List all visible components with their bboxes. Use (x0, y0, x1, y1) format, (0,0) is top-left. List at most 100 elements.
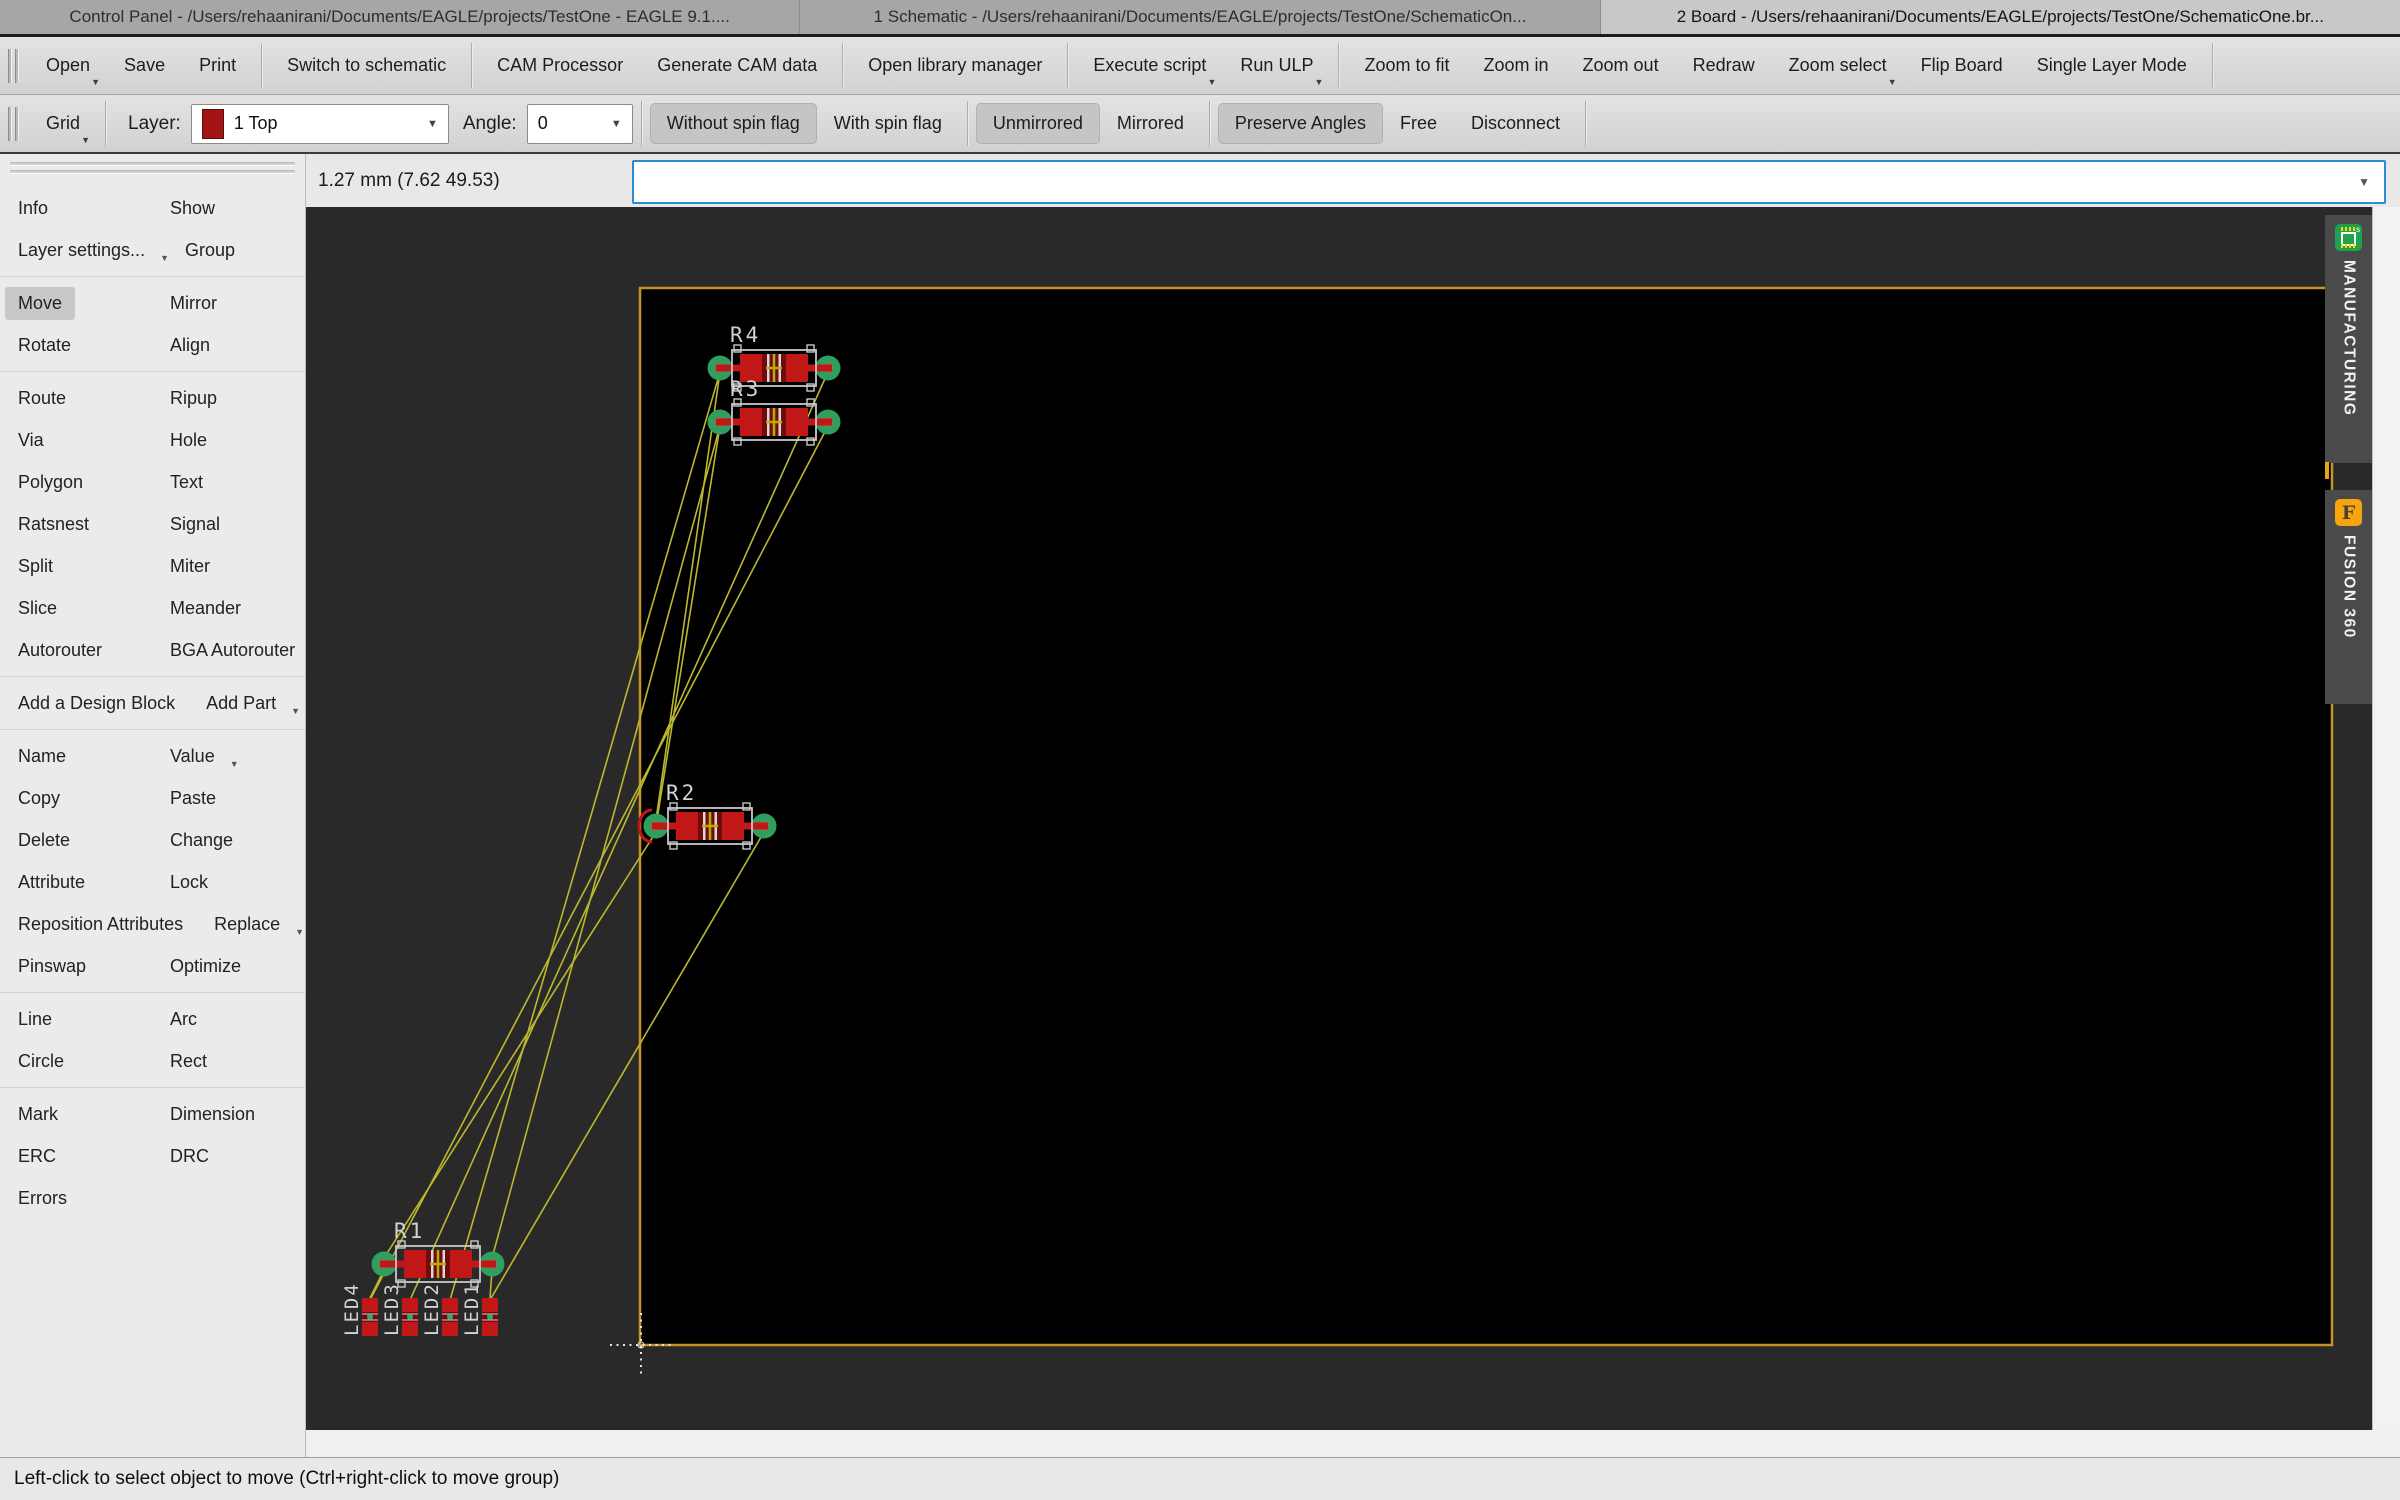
menu-item-attribute[interactable]: Attribute (5, 866, 98, 899)
chevron-down-icon: ▼ (426, 117, 438, 130)
open-library-manager-button[interactable]: Open library manager (851, 45, 1059, 86)
menu-item-circle[interactable]: Circle (5, 1045, 77, 1078)
menu-item-align[interactable]: Align (157, 329, 223, 362)
menu-item-show[interactable]: Show (157, 192, 228, 225)
window-tab-3[interactable]: 2 Board - /Users/rehaanirani/Documents/E… (1600, 0, 2400, 34)
menu-item-optimize[interactable]: Optimize (157, 950, 254, 983)
menu-row: Mark Dimension (0, 1093, 305, 1135)
manufacturing-tab[interactable]: s MANUFACTURING (2325, 215, 2372, 463)
board-canvas[interactable]: R4 R3 R2 R1 LED4 LED3 LED2 LED1 (306, 207, 2372, 1430)
menu-item-name[interactable]: Name (5, 740, 79, 773)
fusion-360-tab[interactable]: F FUSION 360 (2325, 490, 2372, 704)
menu-item-lock[interactable]: Lock (157, 866, 221, 899)
menu-item-dimension[interactable]: Dimension (157, 1098, 268, 1131)
menu-item-line[interactable]: Line (5, 1003, 65, 1036)
execute-script-button[interactable]: Execute script ▼ (1076, 45, 1223, 87)
with-spin-flag-button[interactable]: With spin flag (817, 103, 959, 144)
menu-item-group[interactable]: Group (172, 234, 248, 267)
save-button[interactable]: Save (107, 45, 182, 86)
menu-item-hole[interactable]: Hole (157, 424, 220, 457)
print-button[interactable]: Print (182, 45, 253, 86)
menu-item-paste[interactable]: Paste (157, 782, 229, 815)
menu-item-delete[interactable]: Delete (5, 824, 83, 857)
menu-item-meander[interactable]: Meander (157, 592, 254, 625)
unmirrored-button[interactable]: Unmirrored (975, 103, 1100, 144)
status-bar: Left-click to select object to move (Ctr… (0, 1457, 2400, 1500)
menu-item-route[interactable]: Route (5, 382, 79, 415)
menu-item-move[interactable]: Move (5, 286, 76, 320)
menu-row: Errors (0, 1177, 305, 1219)
sidebar-menu: Info Show Layer settings... ▼ Group Move Mirro… (0, 180, 305, 1224)
cam-processor-button[interactable]: CAM Processor (480, 45, 640, 86)
toolbar-separator (1338, 43, 1340, 88)
menu-item-add-a-design-block[interactable]: Add a Design Block (5, 687, 188, 720)
redraw-button[interactable]: Redraw (1676, 45, 1772, 86)
menu-group: Mark Dimension ERC DRC Errors (0, 1088, 305, 1224)
window-tab-1[interactable]: Control Panel - /Users/rehaanirani/Docum… (0, 0, 801, 34)
menu-cell: Rect (152, 1051, 220, 1072)
menu-cell: Text (152, 472, 216, 493)
menu-item-polygon[interactable]: Polygon (5, 466, 96, 499)
layer-select[interactable]: 1 Top ▼ (190, 103, 449, 144)
menu-row: Move Mirror (0, 282, 305, 324)
command-sidebar: Info Show Layer settings... ▼ Group Move Mirro… (0, 154, 306, 1457)
zoom-out-label: Zoom out (1582, 55, 1659, 75)
menu-item-bga-autorouter[interactable]: BGA Autorouter (157, 634, 308, 667)
menu-item-erc[interactable]: ERC (5, 1140, 69, 1173)
zoom-out-button[interactable]: Zoom out (1566, 45, 1676, 86)
command-input[interactable] (634, 162, 2345, 202)
free-button[interactable]: Free (1383, 103, 1454, 144)
menu-item-miter[interactable]: Miter (157, 550, 223, 583)
menu-item-via[interactable]: Via (5, 424, 57, 457)
mirrored-button[interactable]: Mirrored (1100, 103, 1201, 144)
board-outline[interactable] (638, 286, 2334, 1347)
menu-cell: Show (152, 198, 228, 219)
menu-item-add-part[interactable]: Add Part (193, 687, 289, 720)
menu-item-autorouter[interactable]: Autorouter (5, 634, 115, 667)
grid-button[interactable]: Grid ▼ (29, 103, 97, 145)
menu-item-split[interactable]: Split (5, 550, 66, 583)
open-button[interactable]: Open ▼ (29, 45, 107, 87)
preserve-angles-button[interactable]: Preserve Angles (1217, 103, 1383, 144)
menu-item-signal[interactable]: Signal (157, 508, 233, 541)
command-history-dropdown-icon[interactable]: ▼ (2344, 175, 2384, 189)
menu-item-value[interactable]: Value (157, 740, 228, 773)
menu-item-copy[interactable]: Copy (5, 782, 73, 815)
switch-to-schematic-button[interactable]: Switch to schematic (270, 45, 463, 86)
zoom-in-button[interactable]: Zoom in (1467, 45, 1566, 86)
menu-item-mirror[interactable]: Mirror (157, 287, 230, 320)
sidebar-grip-handle[interactable] (10, 162, 295, 174)
free-label: Free (1399, 113, 1437, 133)
run-ulp-button[interactable]: Run ULP ▼ (1223, 45, 1330, 87)
menu-item-ratsnest[interactable]: Ratsnest (5, 508, 102, 541)
board-canvas-area[interactable]: R4 R3 R2 R1 LED4 LED3 LED2 LED1 (306, 207, 2372, 1430)
menu-item-text[interactable]: Text (157, 466, 216, 499)
window-tab-2[interactable]: 1 Schematic - /Users/rehaanirani/Documen… (800, 0, 1601, 34)
menu-item-mark[interactable]: Mark (5, 1098, 71, 1131)
menu-item-drc[interactable]: DRC (157, 1140, 222, 1173)
menu-item-layer-settings[interactable]: Layer settings... (5, 234, 158, 267)
menu-item-rect[interactable]: Rect (157, 1045, 220, 1078)
menu-item-rotate[interactable]: Rotate (5, 329, 84, 362)
menu-item-slice[interactable]: Slice (5, 592, 70, 625)
menu-item-errors[interactable]: Errors (5, 1182, 80, 1215)
menu-item-arc[interactable]: Arc (157, 1003, 210, 1036)
menu-item-replace[interactable]: Replace (201, 908, 293, 941)
layer-color-swatch (201, 108, 224, 139)
angle-select[interactable]: 0 ▼ (526, 103, 633, 144)
menu-item-pinswap[interactable]: Pinswap (5, 950, 99, 983)
single-layer-mode-button[interactable]: Single Layer Mode (2020, 45, 2204, 86)
without-spin-flag-button[interactable]: Without spin flag (649, 103, 817, 144)
menu-item-change[interactable]: Change (157, 824, 246, 857)
open-library-manager-label: Open library manager (868, 55, 1043, 75)
menu-group: Name Value ▼ Copy Paste Delete Change Attribute… (0, 730, 305, 993)
menu-cell: Optimize (152, 956, 254, 977)
disconnect-button[interactable]: Disconnect (1454, 103, 1577, 144)
zoom-select-button[interactable]: Zoom select ▼ (1772, 45, 1904, 87)
zoom-to-fit-button[interactable]: Zoom to fit (1347, 45, 1466, 86)
menu-item-info[interactable]: Info (5, 192, 61, 225)
generate-cam-data-button[interactable]: Generate CAM data (640, 45, 834, 86)
menu-item-ripup[interactable]: Ripup (157, 382, 230, 415)
menu-item-reposition-attributes[interactable]: Reposition Attributes (5, 908, 196, 941)
flip-board-button[interactable]: Flip Board (1904, 45, 2020, 86)
